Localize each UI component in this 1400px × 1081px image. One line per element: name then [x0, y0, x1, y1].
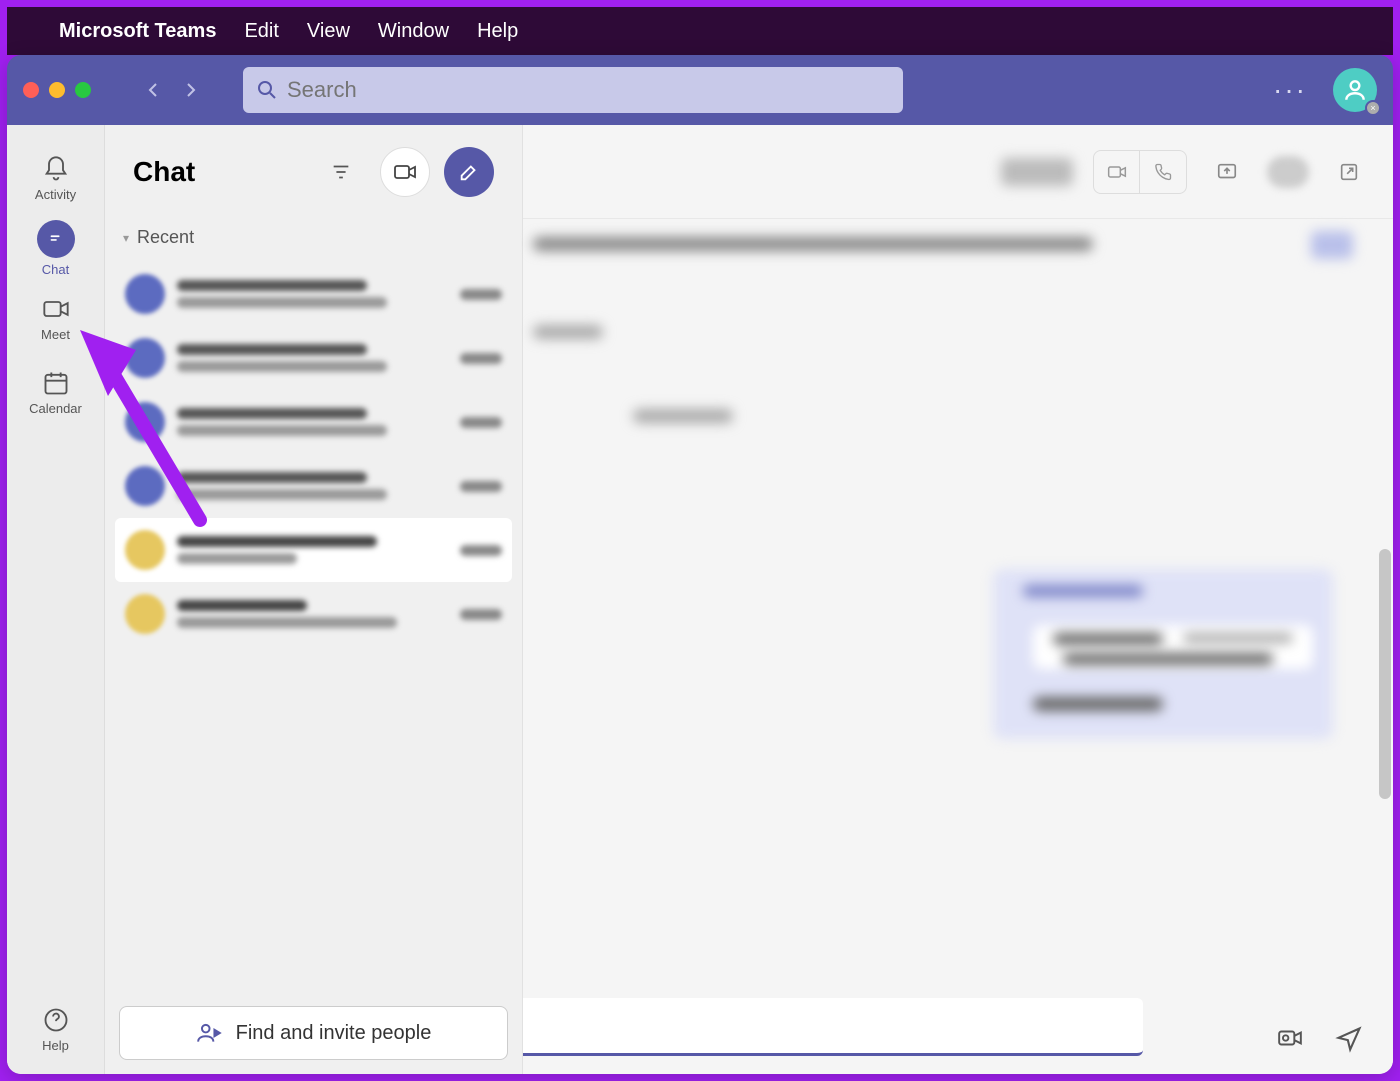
sidebar-item-chat[interactable]: Chat — [11, 213, 101, 283]
find-invite-people-label: Find and invite people — [236, 1022, 432, 1045]
chat-list-item[interactable] — [115, 454, 512, 518]
calendar-icon — [42, 369, 70, 397]
macos-menubar: Microsoft Teams Edit View Window Help — [7, 7, 1393, 55]
chat-timestamp — [460, 545, 502, 556]
participants-redacted — [1267, 156, 1309, 188]
chevron-down-icon: ▾ — [123, 231, 129, 245]
chat-list — [105, 256, 522, 992]
compose-area — [523, 998, 1393, 1074]
bell-icon — [42, 155, 70, 183]
menu-window[interactable]: Window — [378, 20, 449, 43]
chat-conversation-pane — [523, 125, 1393, 1074]
chat-avatar — [125, 594, 165, 634]
menu-help[interactable]: Help — [477, 20, 518, 43]
message-input[interactable] — [523, 998, 1143, 1056]
person-icon — [1342, 77, 1368, 103]
sidebar-item-activity[interactable]: Activity — [11, 143, 101, 213]
conversation-header — [523, 125, 1393, 219]
chat-timestamp — [460, 417, 502, 428]
conversation-title-redacted — [1001, 158, 1073, 186]
search-box[interactable] — [243, 67, 903, 113]
audio-call-button[interactable] — [1140, 151, 1186, 193]
recent-section-toggle[interactable]: ▾ Recent — [105, 219, 522, 256]
sidebar-item-calendar[interactable]: Calendar — [11, 353, 101, 431]
video-icon — [393, 160, 417, 184]
sidebar-item-label: Calendar — [29, 401, 82, 416]
chat-timestamp — [460, 609, 502, 620]
video-icon — [1107, 162, 1127, 182]
send-button[interactable] — [1335, 1025, 1363, 1058]
menubar-app-name[interactable]: Microsoft Teams — [59, 20, 216, 43]
chat-timestamp — [460, 353, 502, 364]
titlebar: ··· × — [7, 55, 1393, 125]
chat-icon — [45, 228, 67, 250]
nav-forward-button[interactable] — [177, 77, 203, 103]
sidebar-item-label: Help — [42, 1038, 69, 1053]
minimize-window-button[interactable] — [49, 82, 65, 98]
app-sidebar: Activity Chat Meet Calendar — [7, 125, 105, 1074]
filter-icon — [330, 161, 352, 183]
video-clip-button[interactable] — [1277, 1025, 1303, 1058]
meet-now-button[interactable] — [380, 147, 430, 197]
presence-status-icon: × — [1365, 100, 1381, 116]
chat-timestamp — [460, 481, 502, 492]
menu-edit[interactable]: Edit — [244, 20, 278, 43]
pop-out-button[interactable] — [1329, 152, 1369, 192]
chat-timestamp — [460, 289, 502, 300]
chat-list-item[interactable] — [115, 390, 512, 454]
filter-button[interactable] — [316, 147, 366, 197]
chat-avatar — [125, 530, 165, 570]
search-input[interactable] — [287, 77, 889, 103]
screen-share-button[interactable] — [1207, 152, 1247, 192]
help-icon — [42, 1006, 70, 1034]
nav-back-button[interactable] — [141, 77, 167, 103]
call-button-group — [1093, 150, 1187, 194]
menu-view[interactable]: View — [307, 20, 350, 43]
search-icon — [257, 80, 277, 100]
close-window-button[interactable] — [23, 82, 39, 98]
chat-panel-title: Chat — [133, 156, 302, 188]
chat-panel-header: Chat — [105, 125, 522, 219]
pop-out-icon — [1338, 161, 1360, 183]
chat-avatar — [125, 274, 165, 314]
chat-avatar — [125, 338, 165, 378]
profile-avatar-button[interactable]: × — [1333, 68, 1377, 112]
sidebar-item-meet[interactable]: Meet — [11, 283, 101, 353]
phone-icon — [1154, 163, 1172, 181]
new-chat-button[interactable] — [444, 147, 494, 197]
app-window: ··· × Activity Chat — [7, 55, 1393, 1074]
workarea: Activity Chat Meet Calendar — [7, 125, 1393, 1074]
send-icon — [1335, 1025, 1363, 1053]
invite-people-icon — [196, 1020, 222, 1046]
sidebar-item-label: Chat — [42, 262, 69, 277]
recent-section-label: Recent — [137, 227, 194, 248]
video-clip-icon — [1277, 1025, 1303, 1051]
sidebar-item-help[interactable]: Help — [11, 994, 101, 1064]
compose-icon — [458, 161, 480, 183]
window-controls — [23, 82, 91, 98]
share-screen-icon — [1216, 161, 1238, 183]
zoom-window-button[interactable] — [75, 82, 91, 98]
chat-avatar — [125, 402, 165, 442]
sidebar-item-label: Activity — [35, 187, 76, 202]
chat-list-panel: Chat ▾ Recent — [105, 125, 523, 1074]
chat-list-item[interactable] — [115, 262, 512, 326]
chat-list-item[interactable] — [115, 518, 512, 582]
chat-list-item[interactable] — [115, 326, 512, 390]
messages-area — [523, 219, 1393, 998]
messages-scrollbar[interactable] — [1379, 549, 1391, 799]
sidebar-item-label: Meet — [41, 327, 70, 342]
chat-avatar — [125, 466, 165, 506]
video-call-button[interactable] — [1094, 151, 1140, 193]
chat-list-item[interactable] — [115, 582, 512, 646]
more-options-button[interactable]: ··· — [1273, 74, 1307, 106]
screenshot-frame: Microsoft Teams Edit View Window Help — [0, 0, 1400, 1081]
video-icon — [42, 295, 70, 323]
find-invite-people-button[interactable]: Find and invite people — [119, 1006, 508, 1060]
